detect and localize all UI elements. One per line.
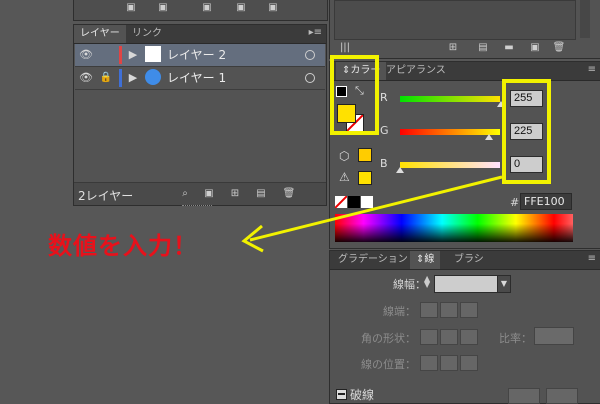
- align-left-icon[interactable]: ▣: [124, 2, 138, 14]
- expand-triangle-icon[interactable]: ▶: [127, 67, 139, 89]
- eye-icon[interactable]: 👁: [77, 67, 95, 89]
- tab-gradient[interactable]: グラデーション: [332, 251, 414, 269]
- tab-stroke-label: 線: [424, 254, 435, 265]
- stroke-tabbar: グラデーション ⇕線 ブラシ ≡: [330, 251, 600, 270]
- tab-stroke[interactable]: ⇕線: [410, 251, 441, 269]
- tab-brush[interactable]: ブラシ: [448, 251, 490, 269]
- layer-thumbnail: [145, 69, 161, 85]
- clipping-mask-icon[interactable]: ▣: [202, 188, 216, 200]
- library-icon[interactable]: |||: [338, 42, 352, 54]
- dash-align-button[interactable]: [546, 388, 578, 404]
- align-panel-fragment: ▣ ▣ ▣ ▣ ▣: [73, 0, 328, 21]
- bevel-join-button[interactable]: [460, 329, 478, 345]
- channel-label: G: [380, 124, 389, 137]
- align-center-icon[interactable]: ▣: [156, 2, 170, 14]
- trash-icon[interactable]: 🗑: [282, 188, 296, 200]
- layers-footer: 2レイヤー ⌕ ▣ ⊞ ▤ 🗑: [74, 182, 326, 205]
- layer-color-bar: [119, 46, 122, 64]
- miter-join-button[interactable]: [420, 329, 438, 345]
- align-bottom-icon[interactable]: ▣: [266, 2, 280, 14]
- align-right-icon[interactable]: ▣: [200, 2, 214, 14]
- hamburger-icon[interactable]: ▸≡: [309, 27, 322, 38]
- gamut-swatch[interactable]: [358, 171, 372, 185]
- align-center-stroke-button[interactable]: [420, 355, 438, 371]
- round-join-button[interactable]: [440, 329, 458, 345]
- align-inside-stroke-button[interactable]: [440, 355, 458, 371]
- none-color-button[interactable]: [335, 196, 347, 208]
- weight-input[interactable]: [434, 275, 498, 293]
- color-spectrum[interactable]: [335, 214, 573, 242]
- black-color-button[interactable]: [348, 196, 360, 208]
- dash-preserve-button[interactable]: [508, 388, 540, 404]
- align-label: 線の位置：: [361, 358, 416, 371]
- green-slider-thumb[interactable]: [485, 134, 493, 140]
- layer-name[interactable]: レイヤー 1: [167, 67, 226, 89]
- chevron-down-icon[interactable]: ▼: [497, 275, 511, 293]
- expand-triangle-icon[interactable]: ▶: [127, 44, 139, 66]
- eye-icon[interactable]: 👁: [77, 44, 95, 66]
- hex-label: #: [510, 196, 520, 209]
- lock-slot[interactable]: [97, 44, 115, 66]
- lock-icon[interactable]: 🔒: [97, 67, 115, 89]
- corner-label: 角の形状：: [361, 332, 416, 345]
- limit-input[interactable]: [534, 327, 574, 345]
- highlight-box-swatch: [330, 55, 379, 135]
- layer-color-bar: [119, 69, 122, 87]
- layer-thumbnail: [145, 46, 161, 62]
- layers-tabbar: レイヤー リンク ▸≡: [74, 25, 326, 44]
- channel-label: B: [380, 157, 388, 170]
- layer-row[interactable]: 👁 🔒 ▶ レイヤー 1: [75, 67, 325, 90]
- tab-appearance[interactable]: アピアランス: [380, 62, 452, 80]
- cube-icon: ⬡: [339, 149, 350, 163]
- new-sublayer-icon[interactable]: ⊞: [228, 188, 242, 200]
- hamburger-icon[interactable]: ≡: [588, 64, 596, 75]
- tab-layers[interactable]: レイヤー: [74, 25, 126, 43]
- dashed-label: 破線: [350, 388, 375, 402]
- round-cap-button[interactable]: [440, 302, 458, 318]
- layers-panel: レイヤー リンク ▸≡ 👁 ▶ レイヤー 2 👁 🔒 ▶ レイヤー 1 2レイヤ…: [73, 24, 327, 206]
- white-color-button[interactable]: [361, 196, 373, 208]
- projecting-cap-button[interactable]: [460, 302, 478, 318]
- warning-icon: ⚠: [339, 170, 350, 184]
- layer-count: 2レイヤー: [78, 189, 134, 203]
- swatch-area: [334, 0, 576, 40]
- channel-label: R: [380, 91, 388, 104]
- align-outside-stroke-button[interactable]: [460, 355, 478, 371]
- blue-slider-thumb[interactable]: [396, 167, 404, 173]
- new-layer-icon[interactable]: ▤: [254, 188, 268, 200]
- swatch-options-icon[interactable]: ▤: [476, 42, 490, 54]
- locate-object-icon[interactable]: ⌕: [178, 188, 192, 200]
- new-swatch-icon[interactable]: ▣: [528, 42, 542, 54]
- trash-icon[interactable]: 🗑: [552, 42, 566, 54]
- websafe-swatch[interactable]: [358, 148, 372, 162]
- show-kind-icon[interactable]: ⊞: [446, 42, 460, 54]
- scrollbar[interactable]: [580, 0, 590, 38]
- target-circle-icon[interactable]: [305, 50, 315, 60]
- red-slider-track[interactable]: [400, 96, 500, 102]
- annotation-text: 数値を入力！: [48, 231, 198, 260]
- align-top-icon[interactable]: ▣: [234, 2, 248, 14]
- weight-stepper[interactable]: ▲ ▼: [424, 275, 432, 289]
- layer-name[interactable]: レイヤー 2: [167, 44, 226, 66]
- cap-label: 線端：: [383, 305, 416, 318]
- limit-label: 比率：: [499, 332, 532, 345]
- hamburger-icon[interactable]: ≡: [588, 253, 596, 264]
- blue-slider-track[interactable]: [400, 162, 500, 168]
- hex-value-input[interactable]: [520, 193, 572, 210]
- resize-grip[interactable]: [182, 205, 212, 209]
- butt-cap-button[interactable]: [420, 302, 438, 318]
- tab-links[interactable]: リンク: [126, 25, 168, 43]
- highlight-box-values: [502, 79, 551, 184]
- swatches-panel-fragment: ||| ⊞ ▤ ▬ ▣ 🗑: [329, 0, 600, 59]
- new-group-icon[interactable]: ▬: [502, 42, 516, 54]
- weight-label: 線幅：: [393, 278, 426, 291]
- dashed-checkbox[interactable]: [336, 389, 347, 400]
- target-circle-icon[interactable]: [305, 73, 315, 83]
- layer-row[interactable]: 👁 ▶ レイヤー 2: [75, 44, 325, 67]
